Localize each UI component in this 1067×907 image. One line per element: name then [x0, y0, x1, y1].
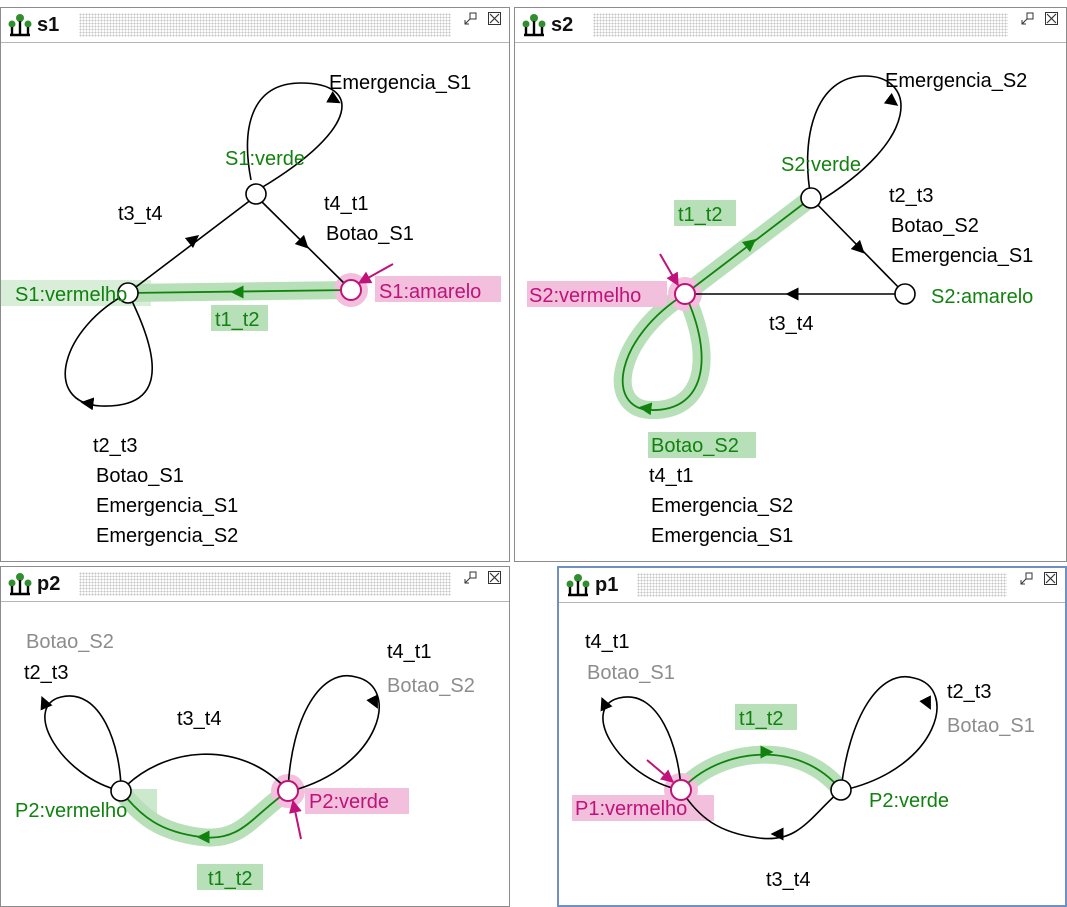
transition-label: t1_t2 — [678, 204, 722, 226]
transition-label: t3_t4 — [766, 869, 810, 891]
transition-event-inactive: Botao_S1 — [947, 715, 1035, 737]
transition-label-active: t1_t2 — [208, 868, 252, 890]
state-node-vermelho[interactable] — [670, 779, 692, 801]
loop-edge-vermelho — [44, 695, 122, 792]
transition-event: Botao_S2 — [891, 215, 979, 237]
edge-t3-t4 — [120, 753, 289, 792]
state-label-verde: P2:verde — [869, 790, 949, 812]
state-node-verde[interactable] — [245, 183, 267, 205]
arrow-head — [366, 694, 378, 709]
transition-event: Botao_S1 — [326, 223, 414, 245]
state-label-vermelho: S2:vermelho — [529, 285, 641, 307]
loop-edge-verde — [287, 674, 380, 792]
loop-edge-verde — [840, 675, 938, 791]
transition-label: t3_t4 — [177, 708, 221, 730]
transition-event: Botao_S1 — [96, 465, 184, 487]
state-label-verde: S1:verde — [225, 148, 305, 170]
window-p1[interactable]: p1 P1:vermelho P2:verde t4_t1 Botao_S1 t… — [557, 566, 1067, 907]
transition-event: Emergencia_S2 — [651, 495, 793, 517]
transition-label: Emergencia_S1 — [329, 72, 471, 94]
transition-label-active: t1_t2 — [215, 309, 259, 331]
state-diagram-p2: P2:vermelho P2:verde Botao_S2 t2_t3 t3_t… — [15, 631, 475, 890]
transition-label: t3_t4 — [118, 203, 162, 225]
state-diagram-p1: P1:vermelho P2:verde t4_t1 Botao_S1 t1_t… — [572, 631, 1035, 891]
transition-event-inactive: Botao_S1 — [587, 662, 675, 684]
loop-edge-vermelho — [64, 292, 154, 407]
window-s2[interactable]: s2 S2:verde S2:vermelho S2:amarelo Emerg… — [514, 7, 1067, 562]
transition-event: Emergencia_S2 — [96, 525, 238, 547]
state-label-verde: P2:verde — [309, 791, 389, 813]
transition-label: t4_t1 — [324, 193, 368, 215]
transition-event: Emergencia_S1 — [891, 245, 1033, 267]
state-label-highlight — [131, 789, 157, 815]
state-label-verde: S2:verde — [781, 154, 861, 176]
state-node-amarelo[interactable] — [894, 283, 916, 305]
state-node-amarelo[interactable] — [340, 279, 362, 301]
state-node-verde[interactable] — [277, 780, 299, 802]
window-s1[interactable]: s1 S1:verde S1:vermelho S1:amarelo Emerg… — [0, 7, 510, 562]
window-p2[interactable]: p2 P2:vermelho P2:verde Botao_S2 t2_t3 t… — [0, 566, 510, 907]
transition-label: t4_t1 — [585, 631, 629, 653]
loop-edge-verde — [246, 82, 343, 189]
transition-event-inactive: Botao_S2 — [387, 675, 475, 697]
state-node-vermelho[interactable] — [110, 780, 132, 802]
state-node-verde[interactable] — [830, 779, 852, 801]
arrow-head — [184, 234, 200, 249]
state-label-amarelo: S2:amarelo — [931, 286, 1033, 308]
state-diagram-s1: S1:verde S1:vermelho S1:amarelo Emergenc… — [1, 72, 501, 547]
transition-event: Emergencia_S1 — [651, 525, 793, 547]
active-transition-highlight — [672, 745, 850, 799]
state-diagram-s2: S2:verde S2:vermelho S2:amarelo Emergenc… — [527, 70, 1033, 547]
transition-label: t3_t4 — [769, 313, 813, 335]
transition-label: t2_t3 — [947, 681, 991, 703]
state-label-vermelho: P2:vermelho — [15, 800, 127, 822]
state-node-verde[interactable] — [800, 187, 822, 209]
transition-label: Emergencia_S2 — [885, 70, 1027, 92]
loop-edge-vermelho — [602, 696, 682, 791]
state-label-vermelho: P1:vermelho — [575, 798, 687, 820]
transition-event-inactive: Botao_S2 — [26, 631, 114, 653]
initial-state-arrow — [659, 253, 679, 287]
state-node-vermelho[interactable] — [674, 283, 696, 305]
transition-label: t4_t1 — [387, 641, 431, 663]
arrow-head — [919, 695, 931, 710]
transition-event: Emergencia_S1 — [96, 495, 238, 517]
state-label-amarelo: S1:amarelo — [379, 281, 481, 303]
transition-event-active: Botao_S2 — [651, 435, 739, 457]
transition-label: t2_t3 — [93, 435, 137, 457]
transition-label: t2_t3 — [889, 185, 933, 207]
loop-edge-verde — [806, 75, 902, 205]
transition-label: t2_t3 — [24, 662, 68, 684]
transition-label-active: t1_t2 — [739, 708, 783, 730]
initial-state-arrow — [289, 799, 302, 840]
arrow-head — [883, 92, 899, 106]
transition-label: t4_t1 — [649, 465, 693, 487]
state-label-vermelho: S1:vermelho — [15, 284, 127, 306]
